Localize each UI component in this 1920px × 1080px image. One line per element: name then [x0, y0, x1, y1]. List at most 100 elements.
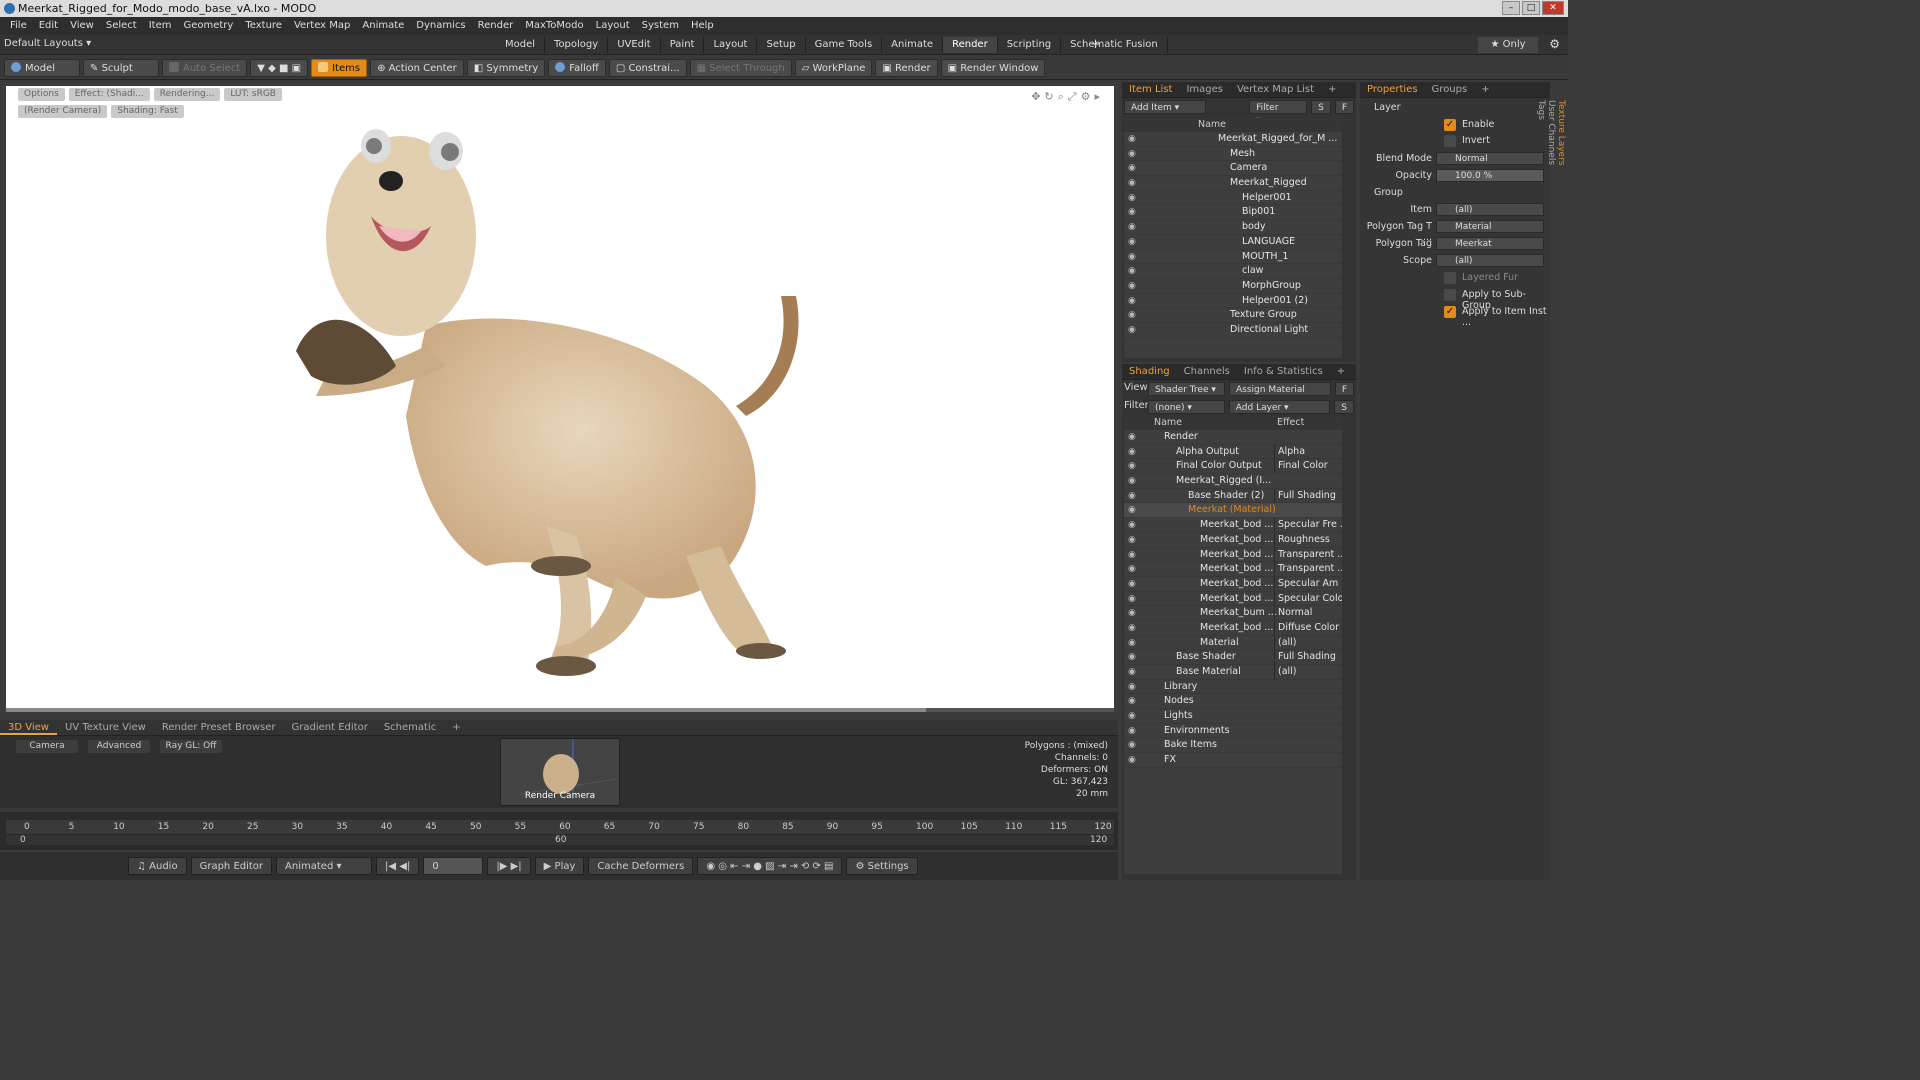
polygon-tag-dropdown[interactable]: Meerkat — [1436, 237, 1544, 250]
gear-icon[interactable]: ⚙ — [1549, 37, 1560, 51]
shader-row[interactable]: ◉ Meerkat (Material) — [1124, 503, 1342, 519]
shader-row[interactable]: ◉ Render — [1124, 430, 1342, 445]
shader-effect[interactable]: Specular Am ... — [1274, 576, 1342, 592]
shader-row[interactable]: ◉ Meerkat_Rigged (I... — [1124, 474, 1342, 489]
visibility-eye-icon[interactable]: ◉ — [1128, 235, 1136, 250]
shader-effect[interactable]: Full Shading — [1274, 488, 1342, 504]
menu-vertex-map[interactable]: Vertex Map — [288, 17, 356, 35]
visibility-eye-icon[interactable]: ◉ — [1128, 592, 1136, 607]
shader-row[interactable]: ◉ Meerkat_bod ... Diffuse Color — [1124, 620, 1342, 636]
lut-button[interactable]: LUT: sRGB — [224, 88, 282, 101]
tab-3d-view[interactable]: 3D View — [0, 720, 57, 735]
next-key-buttons[interactable]: |▶ ▶| — [487, 857, 531, 875]
effect-button[interactable]: Effect: (Shadi... — [68, 88, 150, 101]
polygon-tag-type-dropdown[interactable]: Material — [1436, 220, 1544, 233]
graph-editor-button[interactable]: Graph Editor — [190, 857, 273, 875]
constraint-button[interactable]: ▢ Constrai... — [608, 58, 687, 77]
falloff-button[interactable]: Falloff — [548, 58, 606, 77]
visibility-eye-icon[interactable]: ◉ — [1128, 459, 1136, 474]
tab-model[interactable]: Model — [496, 37, 546, 53]
prev-key-buttons[interactable]: |◀ ◀| — [376, 857, 420, 875]
sculpt-mode-button[interactable]: ✎ Sculpt — [83, 58, 159, 77]
menu-maxtomodo[interactable]: MaxToModo — [519, 17, 589, 35]
item-row[interactable]: ◉ Mesh — [1124, 147, 1342, 162]
item-row[interactable]: ◉ Helper001 — [1124, 191, 1342, 206]
tab-topology[interactable]: Topology — [545, 37, 609, 53]
viewport-scrollbar[interactable] — [6, 708, 1114, 712]
visibility-eye-icon[interactable]: ◉ — [1128, 577, 1136, 592]
visibility-eye-icon[interactable]: ◉ — [1128, 694, 1136, 709]
invert-checkbox[interactable] — [1444, 135, 1456, 147]
camera-button[interactable]: Camera — [16, 740, 78, 753]
visibility-eye-icon[interactable]: ◉ — [1128, 738, 1136, 753]
menu-select[interactable]: Select — [100, 17, 143, 35]
filter-items-button[interactable]: Filter Items — [1249, 100, 1308, 127]
tab-channels[interactable]: Channels — [1177, 364, 1237, 379]
shader-row[interactable]: ◉ Environments — [1124, 724, 1342, 739]
item-row[interactable]: ◉ Camera — [1124, 161, 1342, 177]
selection-mode-icons[interactable]: ▼ ◆ ■ ▣ — [250, 58, 309, 77]
item-row[interactable]: ◉ body — [1124, 220, 1342, 235]
tab-render[interactable]: Render — [943, 37, 998, 53]
render-camera-thumbnail[interactable]: Render Camera — [500, 738, 620, 806]
tab-shading[interactable]: Shading — [1122, 364, 1177, 379]
tab-render-preset-browser[interactable]: Render Preset Browser — [154, 720, 284, 735]
item-row[interactable]: ◉ Meerkat_Rigged — [1124, 176, 1342, 191]
shader-effect[interactable]: Specular Color — [1274, 591, 1342, 607]
tab-tags[interactable]: Tags — [1536, 100, 1546, 270]
render-button[interactable]: ▣ Render — [875, 58, 938, 77]
assign-material-button[interactable]: Assign Material — [1229, 382, 1331, 396]
item-row[interactable]: ◉ Texture Group — [1124, 308, 1342, 323]
item-row[interactable]: ◉ claw — [1124, 264, 1342, 279]
shader-row[interactable]: ◉ Material (all) — [1124, 635, 1342, 651]
visibility-eye-icon[interactable]: ◉ — [1128, 724, 1136, 739]
tab-layout[interactable]: Layout — [704, 37, 758, 53]
shader-row[interactable]: ◉ Meerkat_bod ... Transparent ... — [1124, 562, 1342, 577]
animated-dropdown[interactable]: Animated ▾ — [276, 857, 373, 875]
timeline-range[interactable]: 0 60 120 — [6, 835, 1114, 845]
menu-system[interactable]: System — [636, 17, 685, 35]
s-button[interactable]: S — [1334, 400, 1354, 414]
visibility-eye-icon[interactable]: ◉ — [1128, 279, 1136, 294]
visibility-eye-icon[interactable]: ◉ — [1128, 176, 1136, 191]
visibility-eye-icon[interactable]: ◉ — [1128, 132, 1136, 147]
menu-help[interactable]: Help — [685, 17, 720, 35]
item-row[interactable]: ◉ LANGUAGE — [1124, 235, 1342, 250]
visibility-eye-icon[interactable]: ◉ — [1128, 636, 1136, 651]
opacity-field[interactable]: 100.0 % — [1436, 169, 1544, 182]
shader-effect[interactable]: Normal — [1274, 606, 1342, 621]
tab-vertex-map-list[interactable]: Vertex Map List — [1230, 82, 1321, 97]
viewport-nav-icons[interactable]: ✥↻⌕⤢⚙▸ — [1031, 90, 1104, 104]
tab-schematic[interactable]: Schematic — [376, 720, 444, 735]
apply-item-inst-checkbox[interactable]: ✓ — [1444, 306, 1456, 318]
visibility-eye-icon[interactable]: ◉ — [1128, 323, 1136, 338]
shader-effect[interactable]: Transparent ... — [1274, 562, 1342, 577]
visibility-eye-icon[interactable]: ◉ — [1128, 264, 1136, 279]
tab-properties[interactable]: Properties — [1360, 82, 1425, 97]
menu-layout[interactable]: Layout — [590, 17, 636, 35]
shader-row[interactable]: ◉ Lights — [1124, 709, 1342, 724]
tab-groups[interactable]: Groups — [1425, 82, 1475, 97]
tab-info-statistics[interactable]: Info & Statistics — [1237, 364, 1330, 379]
tab-user-channels[interactable]: User Channels — [1546, 100, 1556, 270]
menu-texture[interactable]: Texture — [239, 17, 288, 35]
blend-mode-dropdown[interactable]: Normal — [1436, 152, 1544, 165]
item-row[interactable]: ◉ Helper001 (2) — [1124, 294, 1342, 309]
s-button[interactable]: S — [1311, 100, 1331, 114]
audio-button[interactable]: ♫ Audio — [128, 857, 187, 875]
visibility-eye-icon[interactable]: ◉ — [1128, 709, 1136, 724]
close-button[interactable]: ✕ — [1542, 1, 1564, 15]
visibility-eye-icon[interactable]: ◉ — [1128, 548, 1136, 563]
rendering-button[interactable]: Rendering... — [153, 88, 221, 101]
tab-game-tools[interactable]: Game Tools — [806, 37, 883, 53]
scrollbar-thumb[interactable] — [6, 708, 926, 712]
visibility-eye-icon[interactable]: ◉ — [1128, 621, 1136, 636]
item-row[interactable]: ◉ Bip001 — [1124, 205, 1342, 221]
item-row[interactable]: ◉ MOUTH_1 — [1124, 250, 1342, 265]
tab-uvedit[interactable]: UVEdit — [608, 37, 661, 53]
f-button[interactable]: F — [1334, 382, 1354, 396]
shader-row[interactable]: ◉ Bake Items — [1124, 738, 1342, 754]
menu-edit[interactable]: Edit — [33, 17, 64, 35]
timeline[interactable]: 0 5 10 15 20 25 30 35 40 45 50 55 60 65 70 75 80 85 90 95 10… — [0, 812, 1118, 850]
minimize-button[interactable]: – — [1502, 1, 1520, 15]
